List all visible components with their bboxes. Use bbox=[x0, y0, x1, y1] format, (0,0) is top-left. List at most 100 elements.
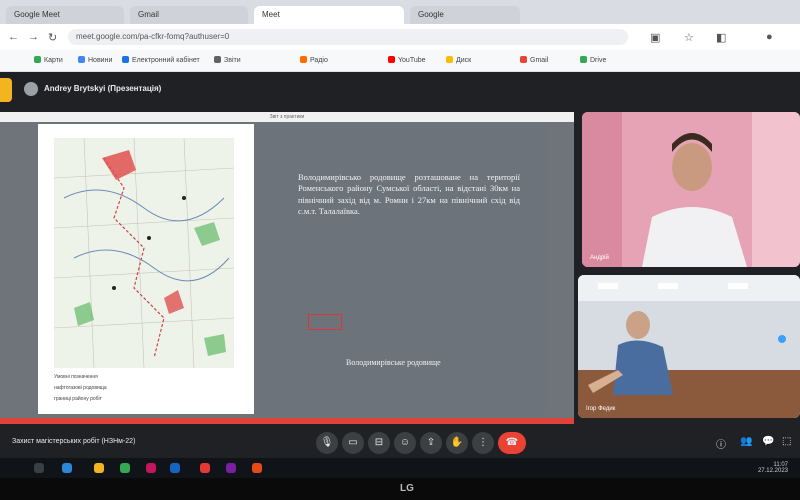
participant-video bbox=[582, 112, 800, 267]
monitor-logo: LG bbox=[400, 483, 414, 494]
youtube-icon bbox=[388, 56, 395, 63]
word-icon[interactable] bbox=[170, 463, 180, 473]
slide-text-panel: Володимирівсько родовище розташоване на … bbox=[254, 124, 546, 414]
camera-icon: ▭ bbox=[348, 437, 358, 448]
bookmark-item[interactable]: Карти bbox=[34, 56, 63, 64]
slide-caption: Володимирівське родовище bbox=[346, 358, 441, 367]
app-icon[interactable] bbox=[226, 463, 236, 473]
activities-icon[interactable]: ⬚ bbox=[782, 436, 791, 447]
bookmark-label: Радіо bbox=[310, 57, 328, 64]
captions-icon: ⊟ bbox=[374, 437, 384, 448]
people-icon[interactable]: 👥 bbox=[740, 436, 752, 447]
meet-header: Andrey Brytskyi (Презентація) bbox=[0, 72, 800, 108]
bookmark-label: Звіти bbox=[224, 57, 241, 64]
app-icon[interactable] bbox=[146, 463, 156, 473]
reports-icon bbox=[214, 56, 221, 63]
participant-video bbox=[578, 275, 800, 418]
cabinet-icon bbox=[122, 56, 129, 63]
slide-map-panel: Умовні позначення нафтогазові родовища г… bbox=[38, 124, 254, 414]
active-app-icon[interactable] bbox=[252, 463, 262, 473]
presentation-view[interactable]: Звіт з практики Умовні позначення нафтог… bbox=[0, 112, 574, 418]
drive-icon bbox=[580, 56, 587, 63]
participant-tile[interactable]: Андрій bbox=[582, 112, 800, 267]
folder-icon[interactable] bbox=[94, 463, 104, 473]
profile-icon[interactable]: ● bbox=[766, 31, 773, 43]
mic-button[interactable]: 🎙 bbox=[316, 432, 338, 454]
notification-badge[interactable] bbox=[0, 78, 12, 102]
url-field[interactable]: meet.google.com/pa-cfkr-fomq?authuser=0 bbox=[68, 29, 628, 45]
slide-paragraph: Володимирівсько родовище розташоване на … bbox=[298, 172, 520, 217]
mic-icon: 🎙 bbox=[320, 437, 334, 448]
legend-title: Умовні позначення bbox=[54, 374, 98, 380]
tab-google[interactable]: Google bbox=[410, 6, 520, 24]
bookmark-item[interactable]: YouTube bbox=[388, 56, 426, 64]
more-vertical-icon: ⋮ bbox=[478, 437, 488, 448]
bookmark-label: Карти bbox=[44, 57, 63, 64]
more-options-button[interactable]: ⋮ bbox=[472, 432, 494, 454]
bookmark-item[interactable]: Drive bbox=[580, 56, 606, 64]
cursor-icon bbox=[778, 335, 786, 343]
clock-date: 27.12.2023 bbox=[757, 468, 788, 474]
chrome-icon[interactable] bbox=[120, 463, 130, 473]
present-button[interactable]: ⇪ bbox=[420, 432, 442, 454]
tab-meet[interactable]: Meet bbox=[254, 6, 404, 24]
tab-gmail[interactable]: Gmail bbox=[130, 6, 248, 24]
emoji-icon: ☺ bbox=[399, 437, 411, 448]
meeting-name: Захист магістерських робіт (НЗНм-22) bbox=[12, 438, 136, 445]
reload-icon[interactable]: ↻ bbox=[48, 31, 57, 44]
end-call-button[interactable]: ☎ bbox=[498, 432, 526, 454]
drive-icon bbox=[446, 56, 453, 63]
meet-toolbar: Захист магістерських робіт (НЗНм-22) 🎙 ▭… bbox=[0, 430, 800, 458]
chat-icon[interactable]: 💬 bbox=[762, 436, 774, 447]
system-clock[interactable]: 11:07 27.12.2023 bbox=[758, 462, 788, 474]
participant-name: Ігор Федик bbox=[586, 406, 616, 412]
tab-label: Meet bbox=[262, 10, 280, 19]
forward-icon[interactable]: → bbox=[28, 31, 39, 43]
topographic-map bbox=[54, 138, 234, 368]
bookmarks-bar: Карти Новини Електронний кабінет Звіти Р… bbox=[0, 50, 800, 72]
sidepanel-icon[interactable]: ◧ bbox=[716, 31, 726, 44]
bookmark-item[interactable]: Електронний кабінет bbox=[122, 56, 200, 64]
bookmark-item[interactable]: Gmail bbox=[520, 56, 548, 64]
present-icon: ⇪ bbox=[426, 437, 436, 448]
monitor-bezel: LG bbox=[0, 478, 800, 500]
bookmark-item[interactable]: Радіо bbox=[300, 56, 328, 64]
meet-window: Andrey Brytskyi (Презентація) Звіт з пра… bbox=[0, 72, 800, 458]
presenter-name: Andrey Brytskyi (Презентація) bbox=[44, 84, 162, 93]
bookmark-label: Gmail bbox=[530, 57, 549, 64]
legend-item: нафтогазові родовища bbox=[54, 385, 107, 391]
search-icon[interactable] bbox=[34, 463, 44, 473]
presenter-avatar bbox=[24, 82, 38, 96]
captions-button[interactable]: ⊟ bbox=[368, 432, 390, 454]
map-legend: Умовні позначення нафтогазові родовища г… bbox=[54, 374, 244, 407]
bookmark-item[interactable]: Новини bbox=[78, 56, 112, 64]
extensions-icon[interactable]: ▣ bbox=[650, 31, 660, 44]
emoji-button[interactable]: ☺ bbox=[394, 432, 416, 454]
bookmark-star-icon[interactable]: ☆ bbox=[684, 31, 694, 44]
bookmark-item[interactable]: Звіти bbox=[214, 56, 241, 64]
participant-tile[interactable]: Ігор Федик bbox=[578, 275, 800, 418]
tab-google-meet[interactable]: Google Meet bbox=[6, 6, 124, 24]
phone-hangup-icon: ☎ bbox=[505, 437, 519, 448]
file-explorer-icon[interactable] bbox=[62, 463, 72, 473]
tab-label: Google bbox=[418, 10, 444, 19]
deposit-marker bbox=[308, 314, 342, 330]
info-icon[interactable]: ⓘ bbox=[716, 436, 726, 451]
maps-icon bbox=[34, 56, 41, 63]
news-icon bbox=[78, 56, 85, 63]
presentation-progress-bar bbox=[0, 418, 574, 424]
bookmark-item[interactable]: Диск bbox=[446, 56, 471, 64]
bookmark-label: YouTube bbox=[398, 57, 426, 64]
address-bar-row: ← → ↻ meet.google.com/pa-cfkr-fomq?authu… bbox=[0, 24, 800, 50]
back-icon[interactable]: ← bbox=[8, 31, 19, 43]
browser-tabbar: Google Meet Gmail Meet Google bbox=[0, 0, 800, 24]
legend-item: границі району робіт bbox=[54, 396, 102, 402]
gmail-icon bbox=[520, 56, 527, 63]
tab-label: Gmail bbox=[138, 10, 159, 19]
bookmark-label: Новини bbox=[88, 57, 113, 64]
camera-button[interactable]: ▭ bbox=[342, 432, 364, 454]
hand-icon: ✋ bbox=[450, 437, 464, 448]
windows-taskbar: 11:07 27.12.2023 bbox=[0, 458, 800, 478]
powerpoint-icon[interactable] bbox=[200, 463, 210, 473]
raise-hand-button[interactable]: ✋ bbox=[446, 432, 468, 454]
